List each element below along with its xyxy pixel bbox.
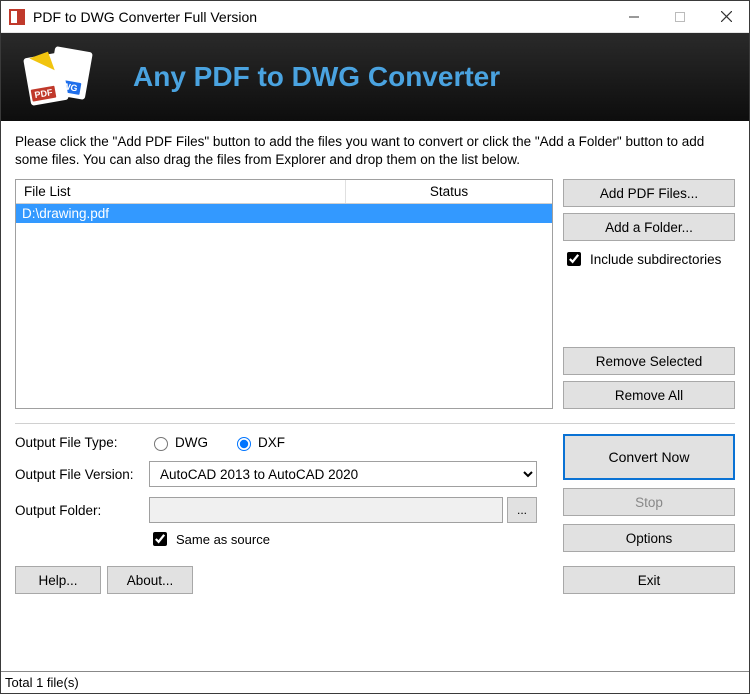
minimize-button[interactable] bbox=[611, 1, 657, 33]
radio-dwg-label: DWG bbox=[175, 435, 208, 450]
add-folder-button[interactable]: Add a Folder... bbox=[563, 213, 735, 241]
include-subdirs-input[interactable] bbox=[567, 252, 581, 266]
banner: Any PDF to DWG Converter bbox=[1, 33, 749, 121]
app-window: PDF to DWG Converter Full Version Any PD… bbox=[0, 0, 750, 694]
cell-status bbox=[346, 204, 552, 223]
minimize-icon bbox=[629, 12, 639, 22]
list-row[interactable]: D:\drawing.pdf bbox=[16, 204, 552, 223]
same-as-source-checkbox[interactable] bbox=[153, 532, 167, 546]
status-text: Total 1 file(s) bbox=[5, 675, 79, 690]
content-area: Please click the "Add PDF Files" button … bbox=[1, 121, 749, 671]
upper-panel: File List Status D:\drawing.pdf Add PDF … bbox=[15, 179, 735, 409]
header-status[interactable]: Status bbox=[346, 180, 552, 203]
close-button[interactable] bbox=[703, 1, 749, 33]
options-button[interactable]: Options bbox=[563, 524, 735, 552]
footer-buttons: Help... About... Exit bbox=[15, 566, 735, 594]
radio-dwg-input[interactable] bbox=[154, 437, 168, 451]
radio-dwg[interactable]: DWG bbox=[149, 434, 208, 451]
output-version-row: Output File Version: AutoCAD 2013 to Aut… bbox=[15, 461, 537, 487]
status-bar: Total 1 file(s) bbox=[1, 671, 749, 693]
separator bbox=[15, 423, 735, 424]
help-button[interactable]: Help... bbox=[15, 566, 101, 594]
convert-now-button[interactable]: Convert Now bbox=[563, 434, 735, 480]
output-type-label: Output File Type: bbox=[15, 435, 149, 450]
output-type-radios: DWG DXF bbox=[149, 434, 285, 451]
app-logo bbox=[25, 45, 97, 109]
list-body[interactable]: D:\drawing.pdf bbox=[16, 204, 552, 408]
output-type-row: Output File Type: DWG DXF bbox=[15, 434, 537, 451]
radio-dxf-label: DXF bbox=[258, 435, 285, 450]
banner-title: Any PDF to DWG Converter bbox=[133, 61, 500, 93]
remove-all-button[interactable]: Remove All bbox=[563, 381, 735, 409]
window-title: PDF to DWG Converter Full Version bbox=[33, 9, 611, 25]
action-column: Convert Now Stop Options bbox=[563, 434, 735, 552]
include-subdirs-label: Include subdirectories bbox=[590, 252, 721, 267]
file-list[interactable]: File List Status D:\drawing.pdf bbox=[15, 179, 553, 409]
output-folder-input[interactable] bbox=[149, 497, 503, 523]
titlebar: PDF to DWG Converter Full Version bbox=[1, 1, 749, 33]
stop-button[interactable]: Stop bbox=[563, 488, 735, 516]
header-file-list[interactable]: File List bbox=[16, 180, 346, 203]
same-as-source-row: Same as source bbox=[15, 529, 537, 549]
browse-folder-button[interactable]: ... bbox=[507, 497, 537, 523]
maximize-button[interactable] bbox=[657, 1, 703, 33]
lower-panel: Output File Type: DWG DXF Output File Ve bbox=[15, 434, 735, 552]
output-version-select[interactable]: AutoCAD 2013 to AutoCAD 2020 bbox=[149, 461, 537, 487]
same-as-source-label: Same as source bbox=[176, 532, 270, 547]
output-folder-row: Output Folder: ... bbox=[15, 497, 537, 523]
remove-selected-button[interactable]: Remove Selected bbox=[563, 347, 735, 375]
output-folder-label: Output Folder: bbox=[15, 503, 149, 518]
instructions-text: Please click the "Add PDF Files" button … bbox=[15, 133, 735, 169]
include-subdirs-checkbox[interactable]: Include subdirectories bbox=[563, 249, 735, 269]
exit-button[interactable]: Exit bbox=[563, 566, 735, 594]
side-panel: Add PDF Files... Add a Folder... Include… bbox=[563, 179, 735, 409]
cell-file: D:\drawing.pdf bbox=[16, 204, 346, 223]
list-header: File List Status bbox=[16, 180, 552, 204]
maximize-icon bbox=[675, 12, 685, 22]
radio-dxf-input[interactable] bbox=[237, 437, 251, 451]
app-icon bbox=[9, 9, 25, 25]
about-button[interactable]: About... bbox=[107, 566, 193, 594]
close-icon bbox=[721, 11, 732, 22]
add-pdf-files-button[interactable]: Add PDF Files... bbox=[563, 179, 735, 207]
output-settings: Output File Type: DWG DXF Output File Ve bbox=[15, 434, 537, 552]
radio-dxf[interactable]: DXF bbox=[232, 434, 285, 451]
output-version-label: Output File Version: bbox=[15, 467, 149, 482]
